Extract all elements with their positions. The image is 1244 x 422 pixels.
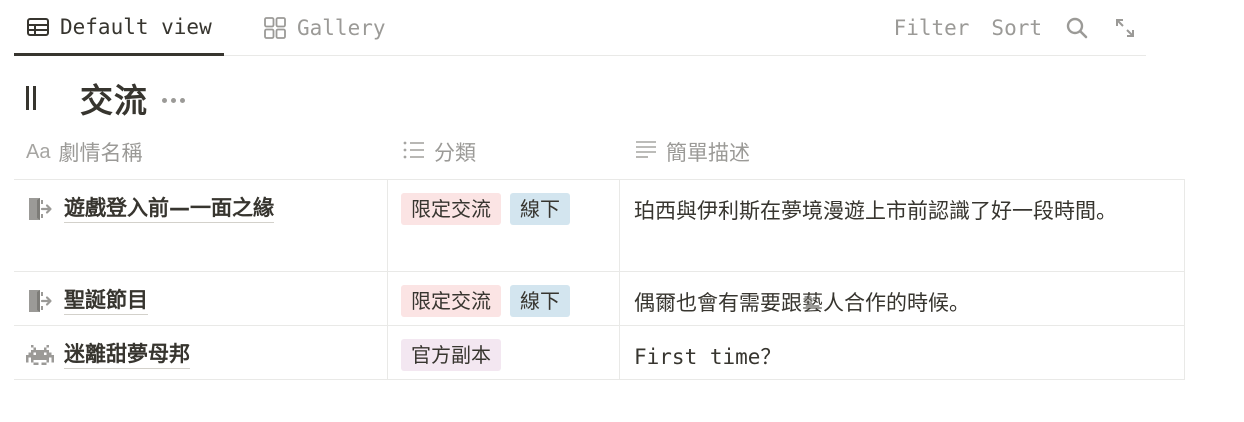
table-row[interactable]: 遊戲登入前—一面之緣 限定交流 線下 珀西與伊利斯在夢境漫遊上市前認識了好一段時…: [14, 180, 1185, 272]
gallery-icon: [263, 16, 287, 40]
table-icon: [26, 15, 50, 39]
search-icon[interactable]: [1064, 15, 1090, 41]
description-cell[interactable]: 珀西與伊利斯在夢境漫遊上市前認識了好一段時間。: [619, 180, 1185, 271]
description-cell[interactable]: 偶爾也會有需要跟藝人合作的時候。: [619, 272, 1185, 325]
table-body: 遊戲登入前—一面之緣 限定交流 線下 珀西與伊利斯在夢境漫遊上市前認識了好一段時…: [14, 179, 1185, 380]
description-text: 偶爾也會有需要跟藝人合作的時候。: [634, 291, 970, 315]
view-actions: Filter Sort: [894, 0, 1146, 56]
group-title: 交流: [80, 81, 148, 120]
list-icon: [402, 139, 426, 166]
table-row[interactable]: 聖誕節目 限定交流 線下 偶爾也會有需要跟藝人合作的時候。: [14, 272, 1185, 326]
filter-button[interactable]: Filter: [894, 16, 970, 40]
category-cell[interactable]: 限定交流 線下: [387, 180, 619, 271]
name-cell[interactable]: 遊戲登入前—一面之緣: [14, 180, 387, 271]
row-title[interactable]: 遊戲登入前—一面之緣: [64, 194, 274, 223]
table-header: Aa 劇情名稱 分類 簡單描述: [14, 132, 1185, 172]
description-text: 珀西與伊利斯在夢境漫遊上市前認識了好一段時間。: [634, 199, 1117, 223]
tag-badge: 限定交流: [401, 193, 501, 225]
more-icon[interactable]: [162, 97, 185, 103]
column-label: 分類: [434, 141, 476, 165]
tab-label: Gallery: [297, 16, 386, 40]
column-label: 簡單描述: [666, 141, 750, 165]
group-header: 交流: [24, 78, 185, 120]
column-header-description[interactable]: 簡單描述: [634, 132, 750, 172]
table-row[interactable]: 迷離甜夢母邦 官方副本 First time？: [14, 326, 1185, 380]
expand-icon[interactable]: [1112, 15, 1138, 41]
category-cell[interactable]: 限定交流 線下: [387, 272, 619, 325]
name-cell[interactable]: 聖誕節目: [14, 272, 387, 325]
category-cell[interactable]: 官方副本: [387, 326, 619, 379]
tag-badge: 官方副本: [401, 339, 501, 371]
door-exit-icon: [26, 195, 54, 223]
drag-handle-icon[interactable]: [24, 84, 38, 112]
row-title[interactable]: 迷離甜夢母邦: [64, 340, 190, 369]
text-property-icon: Aa: [26, 140, 51, 163]
description-text: First time？: [634, 345, 782, 369]
row-title[interactable]: 聖誕節目: [64, 286, 148, 315]
column-header-name[interactable]: Aa 劇情名稱: [26, 132, 142, 172]
name-cell[interactable]: 迷離甜夢母邦: [14, 326, 387, 379]
tab-label: Default view: [60, 14, 212, 39]
door-exit-icon: [26, 287, 54, 315]
tag-badge: 線下: [510, 285, 570, 317]
tab-default-view[interactable]: Default view: [14, 0, 224, 56]
sort-button[interactable]: Sort: [991, 16, 1042, 40]
column-label: 劇情名稱: [58, 141, 143, 165]
column-header-category[interactable]: 分類: [402, 132, 476, 172]
space-invader-icon: [26, 341, 54, 369]
text-icon: [634, 139, 658, 166]
tab-gallery[interactable]: Gallery: [263, 0, 386, 56]
tag-badge: 限定交流: [401, 285, 501, 317]
description-cell[interactable]: First time？: [619, 326, 1185, 379]
tag-badge: 線下: [510, 193, 570, 225]
view-tab-bar: Default view Gallery Filter Sort: [14, 0, 1146, 56]
